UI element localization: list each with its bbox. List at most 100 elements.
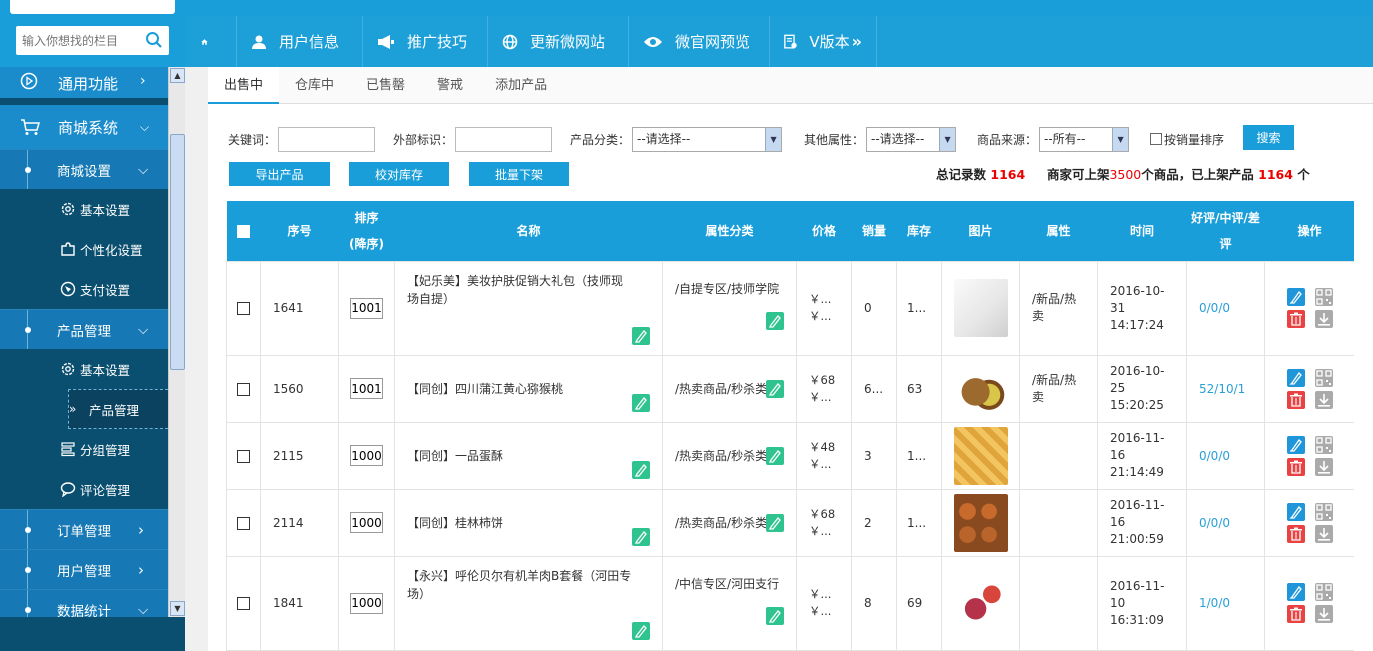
rating-link[interactable]: 0/0/0 [1199,301,1230,315]
qr-code-icon[interactable] [1314,435,1333,454]
category-select[interactable]: --请选择-- ▼ [632,126,783,152]
edit-icon[interactable] [1286,502,1305,521]
edit-name-icon[interactable] [632,527,650,546]
sort-input[interactable] [350,512,383,533]
sidebar-item-product-mgmt-active[interactable]: » 产品管理 [68,389,168,429]
nav-preview[interactable]: 微官网预览 [629,16,770,67]
sidebar-item-users[interactable]: 用户管理 › [0,549,168,590]
search-box[interactable] [16,26,169,55]
download-icon[interactable] [1314,310,1333,328]
delete-icon[interactable] [1286,457,1305,476]
external-id-input[interactable] [455,126,553,152]
sidebar-item-reviews[interactable]: 评论管理 [0,469,168,509]
row-attr [1019,555,1098,651]
edit-name-icon[interactable] [632,621,650,640]
edit-name-icon[interactable] [632,460,650,479]
sidebar-item-general[interactable]: 通用功能 › [0,67,168,98]
qr-code-icon[interactable] [1314,288,1333,306]
delete-icon[interactable] [1286,310,1305,328]
row-checkbox[interactable] [237,302,250,315]
qr-code-icon[interactable] [1314,502,1333,521]
product-name: 【妃乐美】美妆护肤促销大礼包（技师现场自提） [407,273,624,306]
keyword-input[interactable] [278,126,376,152]
sidebar-item-groups[interactable]: 分组管理 [0,429,168,469]
qr-code-icon[interactable] [1314,583,1333,601]
other-attr-select[interactable]: --请选择-- ▼ [866,126,957,152]
search-button[interactable]: 搜索 [1243,125,1294,150]
rating-link[interactable]: 52/10/1 [1199,382,1245,396]
product-image[interactable] [953,279,1008,337]
edit-icon[interactable] [1286,288,1305,306]
batch-offline-button[interactable]: 批量下架 [469,162,569,186]
product-image[interactable] [953,574,1008,632]
sort-by-sales-checkbox[interactable] [1150,133,1162,145]
rating-link[interactable]: 1/0/0 [1199,596,1230,610]
edit-name-icon[interactable] [632,393,650,412]
tab-alert[interactable]: 警戒 [421,67,479,104]
product-image[interactable] [953,493,1008,552]
edit-icon[interactable] [1286,368,1305,387]
edit-category-icon[interactable] [766,513,784,532]
row-category-cell: /自提专区/技师学院 [662,260,797,356]
sidebar-item-mall-settings[interactable]: 商城设置 ⌵ [0,149,168,190]
download-icon[interactable] [1314,390,1333,409]
edit-icon[interactable] [1286,435,1305,454]
check-stock-button[interactable]: 校对库存 [349,162,449,186]
row-checkbox[interactable] [237,449,250,463]
sidebar-scrollbar[interactable]: ▲ ▼ [168,67,185,617]
sidebar-item-basic-settings-2[interactable]: 基本设置 [0,349,168,389]
source-select[interactable]: --所有-- ▼ [1039,126,1130,152]
tab-warehouse[interactable]: 仓库中 [279,67,350,104]
sidebar-item-payment[interactable]: 支付设置 [0,269,168,309]
delete-icon[interactable] [1286,524,1305,543]
sort-input[interactable] [350,592,383,614]
other-attr-select-value: --请选择-- [871,131,925,146]
select-all-checkbox[interactable] [237,224,250,238]
nav-home[interactable] [185,16,237,67]
nav-user-info[interactable]: 用户信息 [237,16,363,67]
edit-icon[interactable] [1286,583,1305,601]
rating-link[interactable]: 0/0/0 [1199,449,1230,463]
scroll-down-arrow[interactable]: ▼ [170,601,185,616]
edit-category-icon[interactable] [766,607,784,626]
sidebar-item-orders[interactable]: 订单管理 › [0,509,168,550]
edit-category-icon[interactable] [766,379,784,398]
row-checkbox[interactable] [237,516,250,530]
nav-version[interactable]: V版本 » [770,16,877,67]
product-image[interactable] [953,359,1008,418]
sidebar-item-personalize[interactable]: 个性化设置 [0,229,168,269]
edit-name-icon[interactable] [632,326,650,345]
sidebar-item-basic-settings[interactable]: 基本设置 [0,189,168,229]
search-input[interactable] [16,26,141,55]
edit-category-icon[interactable] [766,312,784,331]
download-icon[interactable] [1314,605,1333,623]
tab-sold-out[interactable]: 已售罄 [350,67,421,104]
row-time: 2016-11-10 16:31:09 [1097,555,1187,651]
sort-input[interactable] [350,445,383,466]
tab-on-sale[interactable]: 出售中 [208,67,280,104]
scroll-up-arrow[interactable]: ▲ [170,68,185,83]
product-image[interactable] [953,426,1008,485]
other-attr-filter: 其他属性： --请选择-- ▼ [804,125,957,153]
qr-code-icon[interactable] [1314,368,1333,387]
delete-icon[interactable] [1286,390,1305,409]
nav-promo-tips[interactable]: 推广技巧 [363,16,488,67]
delete-icon[interactable] [1286,605,1305,623]
download-icon[interactable] [1314,457,1333,476]
download-icon[interactable] [1314,524,1333,543]
nav-update-site[interactable]: 更新微网站 [488,16,629,67]
sidebar-item-mall[interactable]: 商城系统 ⌵ [0,105,168,149]
sort-input[interactable] [350,297,383,319]
edit-category-icon[interactable] [766,446,784,465]
export-button[interactable]: 导出产品 [229,162,330,186]
sort-input[interactable] [350,378,383,399]
sidebar-item-product-mgmt[interactable]: 产品管理 ⌵ [0,309,168,350]
rating-link[interactable]: 0/0/0 [1199,516,1230,530]
scroll-thumb[interactable] [170,134,185,370]
row-checkbox[interactable] [237,597,250,610]
tab-add-product[interactable]: 添加产品 [479,67,563,104]
sort-by-sales[interactable]: 按销量排序 [1150,125,1224,153]
search-icon[interactable] [145,31,163,49]
header-sort[interactable]: 排序(降序) [338,201,395,261]
row-checkbox[interactable] [237,382,250,396]
